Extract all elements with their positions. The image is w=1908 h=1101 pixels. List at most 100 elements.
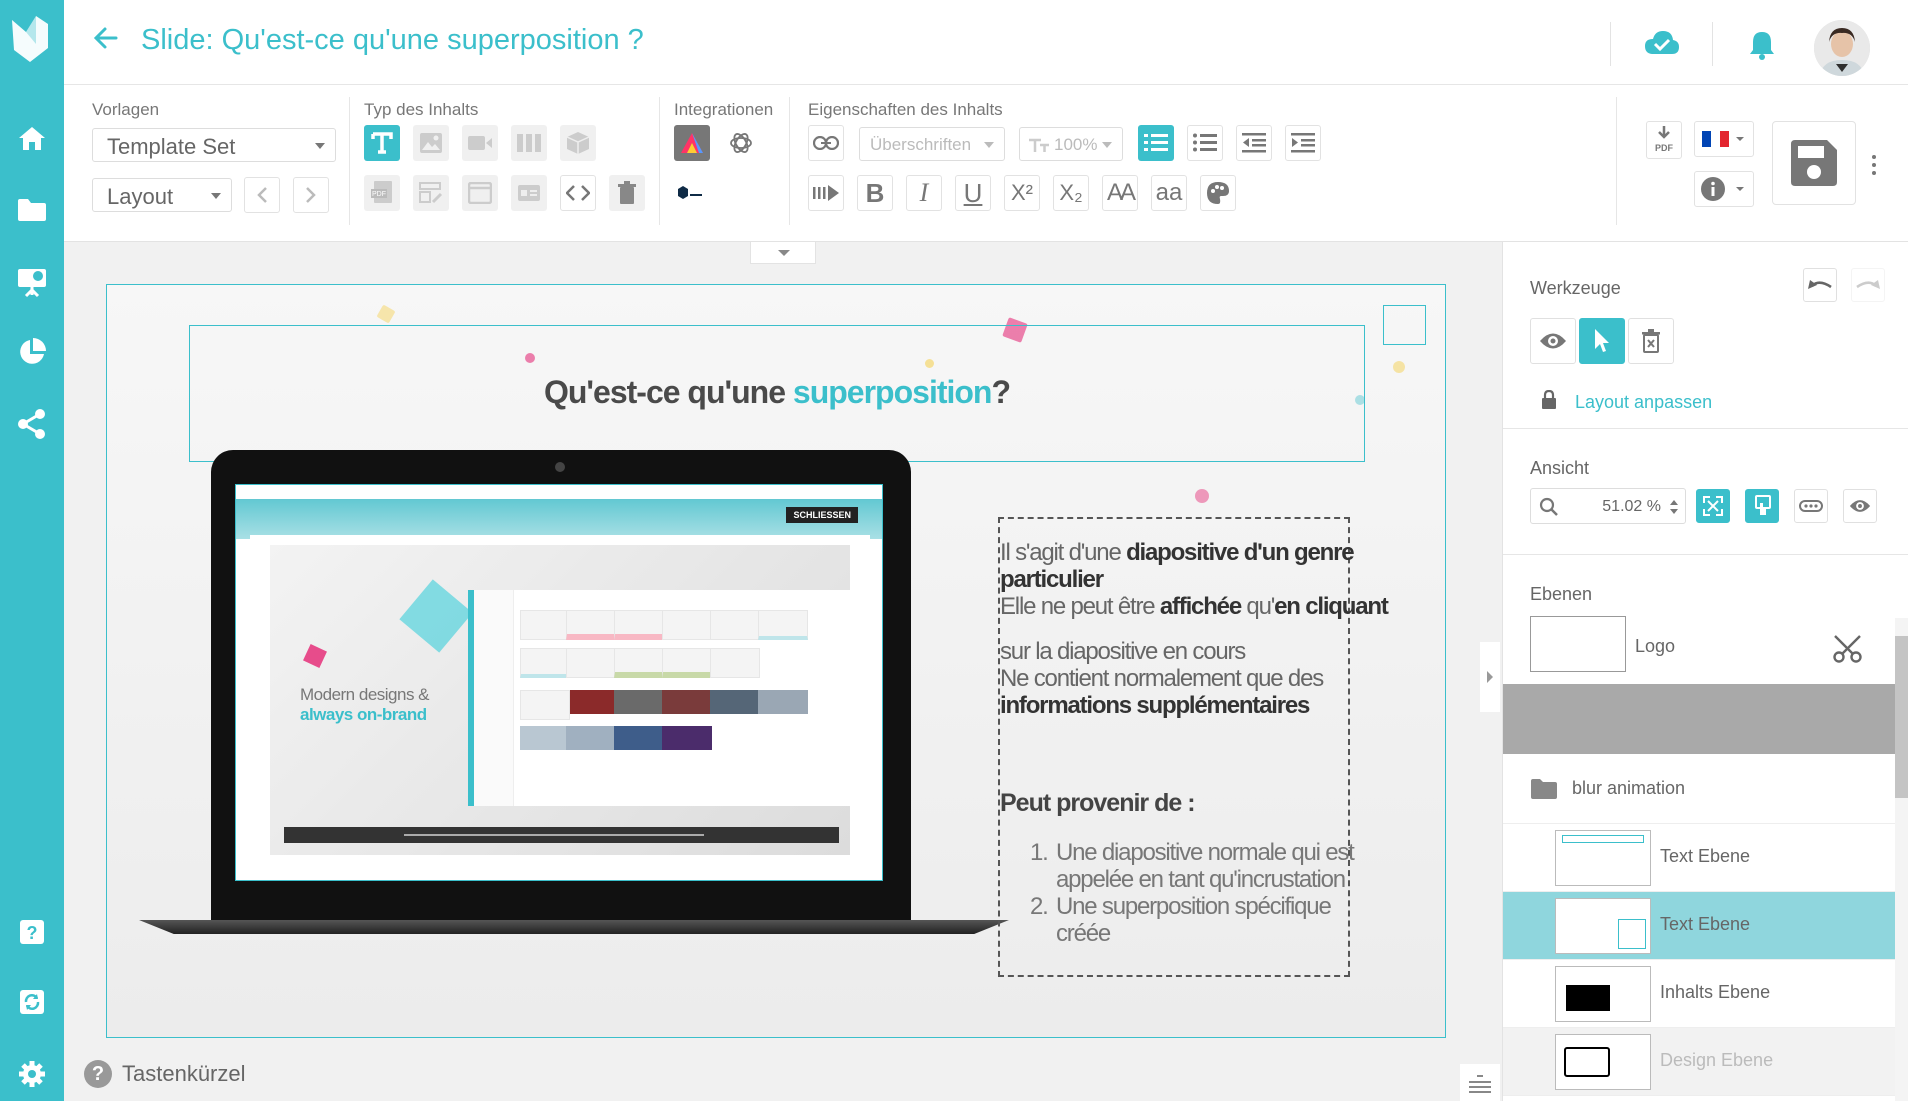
template-set-select[interactable]: Template Set [92, 128, 336, 162]
3d-object-button[interactable] [560, 125, 596, 161]
zoom-value: 51.02 % [1602, 498, 1661, 515]
text-run: qu' [1240, 593, 1275, 620]
confetti-decoration [1195, 489, 1209, 503]
layers-scrollbar-thumb[interactable] [1895, 636, 1908, 798]
layer-folder-row[interactable]: blur animation [1503, 754, 1908, 824]
layout-select[interactable]: Layout [92, 178, 232, 212]
layer-row-logo[interactable]: Logo [1503, 612, 1908, 684]
folder-icon[interactable] [12, 190, 52, 230]
language-select[interactable] [1694, 121, 1754, 157]
zoom-input[interactable]: 51.02 % [1530, 488, 1686, 524]
keyboard-shortcuts-link[interactable]: ? Tastenkürzel [84, 1060, 246, 1088]
deepl-button[interactable] [674, 175, 710, 211]
share-icon[interactable] [12, 404, 52, 444]
subscript-button[interactable]: X₂ [1053, 175, 1089, 211]
layer-row-text-selected[interactable]: Text Ebene [1503, 892, 1908, 960]
preview-tool-button[interactable] [1530, 318, 1576, 364]
delete-content-button[interactable] [609, 175, 645, 211]
image-content-button[interactable] [413, 125, 449, 161]
help-icon[interactable]: ? [12, 912, 52, 952]
numbered-list-button[interactable] [1138, 125, 1174, 161]
content-text-box[interactable]: Il s'agit d'une diapositive d'un genre p… [998, 517, 1389, 977]
openai-button[interactable] [723, 125, 759, 161]
guides-icon [1799, 500, 1823, 512]
layer-row-text[interactable]: Text Ebene [1503, 824, 1908, 892]
link-button[interactable] [808, 125, 844, 161]
editor-toolbar: Vorlagen Template Set Layout Typ des Inh… [64, 85, 1908, 242]
toolbar-collapse-toggle[interactable] [750, 242, 816, 264]
adjust-layout-link[interactable]: Layout anpassen [1575, 392, 1712, 413]
group-label-typ: Typ des Inhalts [364, 100, 479, 119]
heading-style-value: Überschriften [870, 135, 972, 154]
cube-icon [566, 132, 590, 154]
confetti-decoration [376, 304, 396, 324]
gallery-content-button[interactable] [511, 125, 547, 161]
title-text-frame[interactable]: Qu'est-ce qu'une superposition? [189, 325, 1365, 462]
adobe-express-button[interactable] [674, 125, 710, 161]
fit-to-screen-button[interactable] [1696, 489, 1730, 523]
cloud-check-icon[interactable] [1644, 30, 1680, 61]
toggle-guides-button[interactable] [1794, 489, 1828, 523]
pdf-content-button[interactable]: PDF [364, 175, 400, 211]
bell-icon[interactable] [1749, 30, 1775, 65]
laptop-mockup[interactable]: SCHLIESSEN Modern designs & always on-bra… [139, 450, 1009, 934]
undo-button[interactable] [1803, 268, 1837, 302]
font-size-button[interactable]: AA [1102, 175, 1138, 211]
bold-button[interactable]: B [857, 175, 893, 211]
font-scale-select[interactable]: 100% [1019, 127, 1123, 161]
superscript-button[interactable]: X² [1004, 175, 1040, 211]
card-content-button[interactable] [511, 175, 547, 211]
brand-line-accent: always on-brand [300, 705, 427, 724]
select-tool-button[interactable] [1579, 318, 1625, 364]
info-select[interactable] [1694, 171, 1754, 207]
delete-tool-button[interactable] [1628, 318, 1674, 364]
font-scale-value: 100% [1054, 135, 1098, 154]
logo-icon[interactable] [8, 14, 56, 66]
heading-style-select[interactable]: Überschriften [859, 127, 1005, 161]
layer-name: Logo [1635, 636, 1676, 656]
video-progress [404, 834, 704, 836]
avatar[interactable] [1814, 20, 1870, 76]
layer-name: blur animation [1572, 778, 1686, 798]
pdf-download-button[interactable]: PDF [1646, 121, 1682, 159]
back-arrow-icon[interactable] [92, 24, 120, 57]
window-content-button[interactable] [462, 175, 498, 211]
confetti-decoration [303, 644, 327, 668]
previous-layout-button[interactable] [244, 177, 280, 213]
screen-tile [662, 610, 712, 640]
text-content-button[interactable] [364, 125, 400, 161]
layer-row-content[interactable]: Inhalts Ebene [1503, 960, 1908, 1028]
lowercase-button[interactable]: aa [1151, 175, 1187, 211]
scissors-icon[interactable] [1833, 634, 1863, 664]
bullet-list-button[interactable] [1187, 125, 1223, 161]
preview-view-button[interactable] [1843, 489, 1877, 523]
form-content-button[interactable] [413, 175, 449, 211]
layer-row-design[interactable]: Design Ebene [1503, 1028, 1908, 1096]
redo-button[interactable] [1851, 268, 1885, 302]
slide-canvas[interactable]: Qu'est-ce qu'une superposition? SCHLIESS… [106, 284, 1446, 1038]
pie-chart-icon[interactable] [12, 332, 52, 372]
notes-toggle-button[interactable] [1460, 1064, 1500, 1101]
html-code-button[interactable] [560, 175, 596, 211]
color-palette-button[interactable] [1200, 175, 1236, 211]
animation-button[interactable] [808, 175, 844, 211]
screen-thumbnail [614, 690, 664, 714]
presentation-icon[interactable] [12, 262, 52, 302]
more-options-icon[interactable] [1866, 153, 1882, 177]
gear-icon[interactable] [12, 1054, 52, 1094]
indent-button[interactable] [1285, 125, 1321, 161]
video-content-button[interactable] [462, 125, 498, 161]
screen-video: Modern designs & always on-brand [270, 545, 850, 855]
outdent-button[interactable] [1236, 125, 1272, 161]
italic-button[interactable]: I [906, 175, 942, 211]
video-icon [468, 136, 492, 150]
slide-title: Qu'est-ce qu'une superposition? [190, 374, 1364, 411]
refresh-icon[interactable] [12, 982, 52, 1022]
right-panel-toggle[interactable] [1480, 642, 1500, 712]
next-layout-button[interactable] [293, 177, 329, 213]
underline-button[interactable]: U [955, 175, 991, 211]
save-button[interactable] [1772, 121, 1856, 205]
logo-placeholder-frame[interactable] [1383, 305, 1426, 345]
touch-mode-button[interactable] [1745, 489, 1779, 523]
home-icon[interactable] [12, 118, 52, 158]
